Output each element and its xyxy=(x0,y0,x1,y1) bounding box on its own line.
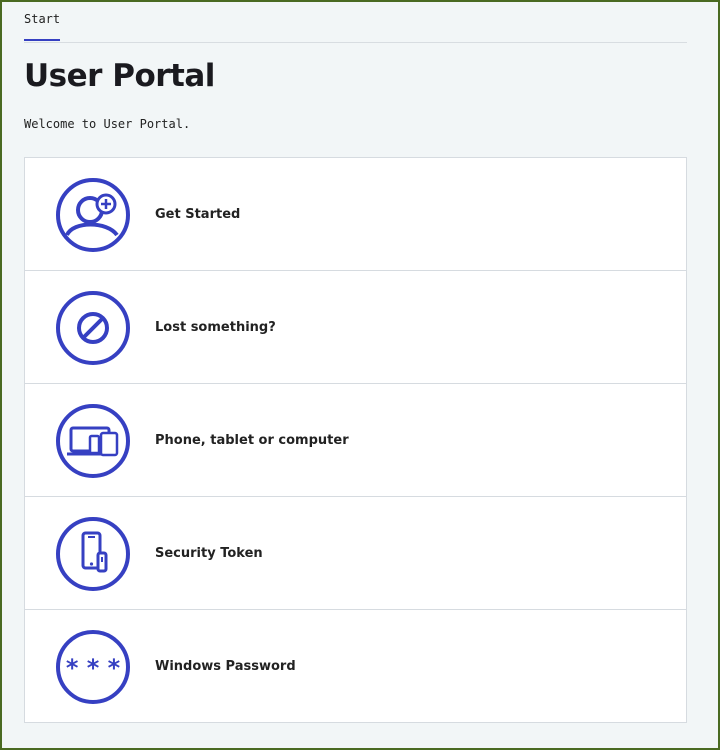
windows-password-card[interactable]: * * * Windows Password xyxy=(25,610,686,722)
page-title: User Portal xyxy=(24,58,215,94)
lost-something-card[interactable]: Lost something? xyxy=(25,271,686,384)
svg-text:* * *: * * * xyxy=(66,654,121,682)
prohibited-icon xyxy=(55,290,131,366)
breadcrumb-start-tab[interactable]: Start xyxy=(24,12,61,41)
welcome-message: Welcome to User Portal. xyxy=(24,117,191,131)
security-token-icon xyxy=(55,516,131,592)
devices-icon xyxy=(55,403,131,479)
devices-label: Phone, tablet or computer xyxy=(155,433,349,448)
get-started-card[interactable]: Get Started xyxy=(25,158,686,271)
password-icon: * * * xyxy=(55,629,131,705)
breadcrumb: Start xyxy=(24,2,687,43)
get-started-label: Get Started xyxy=(155,207,241,222)
user-add-icon xyxy=(55,177,131,253)
devices-card[interactable]: Phone, tablet or computer xyxy=(25,384,686,497)
lost-something-label: Lost something? xyxy=(155,320,276,335)
security-token-card[interactable]: Security Token xyxy=(25,497,686,610)
portal-options-list: Get Started Lost something? Phone, table… xyxy=(24,157,687,723)
app-window: Start User Portal Welcome to User Portal… xyxy=(2,2,718,748)
security-token-label: Security Token xyxy=(155,546,263,561)
windows-password-label: Windows Password xyxy=(155,659,296,674)
